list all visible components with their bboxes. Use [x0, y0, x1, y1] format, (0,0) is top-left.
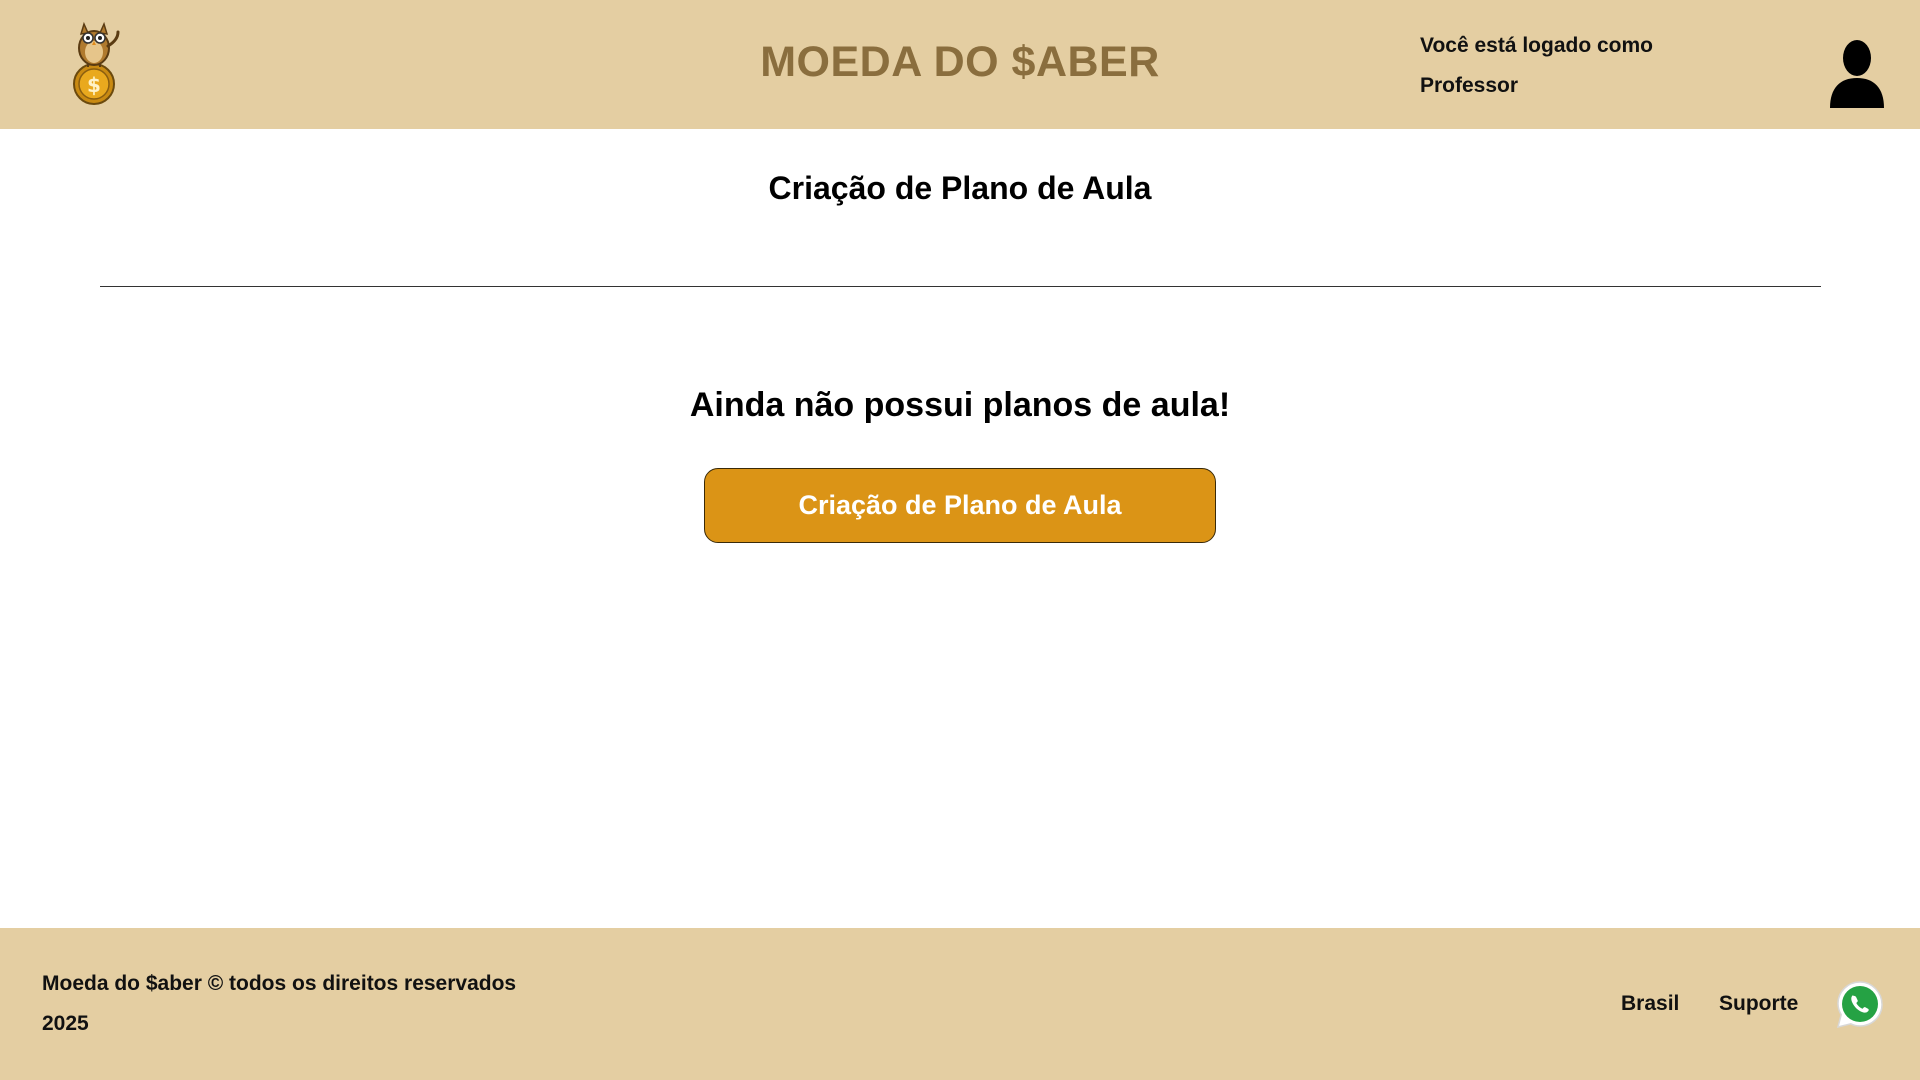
footer: Moeda do $aber © todos os direitos reser…: [0, 928, 1920, 1080]
empty-state-message: Ainda não possui planos de aula!: [689, 386, 1231, 424]
footer-link-suporte[interactable]: Suporte: [1719, 992, 1798, 1016]
whatsapp-button[interactable]: [1836, 980, 1884, 1030]
copyright-year: 2025: [42, 1012, 89, 1035]
login-status-label: Você está logado como: [1420, 34, 1653, 57]
login-info: Você está logado como Professor: [1420, 26, 1653, 106]
page: $ MOEDA DO $ABER Você está logado como P…: [0, 0, 1920, 1080]
copyright-text: Moeda do $aber © todos os direitos reser…: [42, 972, 517, 995]
user-avatar-button[interactable]: [1828, 38, 1886, 110]
whatsapp-icon: [1836, 981, 1883, 1029]
copyright: Moeda do $aber © todos os direitos reser…: [42, 964, 516, 1044]
top-header: $ MOEDA DO $ABER Você está logado como P…: [0, 0, 1920, 129]
footer-link-brasil[interactable]: Brasil: [1621, 992, 1679, 1016]
create-lesson-plan-button[interactable]: Criação de Plano de Aula: [704, 468, 1216, 543]
page-title: Criação de Plano de Aula: [768, 170, 1152, 206]
user-silhouette-icon: [1830, 40, 1884, 108]
divider: [100, 286, 1821, 287]
login-role: Professor: [1420, 74, 1519, 97]
